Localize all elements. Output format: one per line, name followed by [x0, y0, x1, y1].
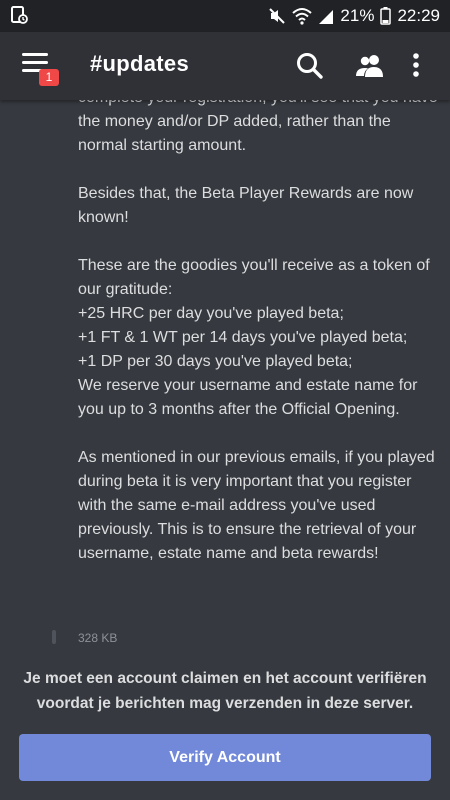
more-button[interactable]: [406, 50, 426, 82]
claim-account-notice: Je moet een account claimen en het accou…: [23, 670, 427, 712]
mute-icon: [268, 7, 286, 25]
sim-icon: [10, 6, 28, 24]
app-bar: 1 #updates: [0, 32, 450, 100]
search-icon: [297, 53, 323, 79]
members-button[interactable]: [354, 50, 386, 82]
clock: 22:29: [397, 6, 440, 25]
attachment-size[interactable]: 328 KB: [78, 631, 117, 645]
message-paragraph: These are the goodies you'll receive as …: [78, 257, 430, 418]
unread-badge: 1: [39, 69, 59, 86]
battery-icon: [380, 7, 392, 25]
battery-percent: 21%: [340, 6, 375, 25]
message-paragraph: As mentioned in our previous emails, if …: [78, 449, 435, 562]
message-list[interactable]: complete your registration, you'll see t…: [0, 100, 450, 656]
message-paragraph: Besides that, the Beta Player Rewards ar…: [78, 185, 414, 226]
members-icon: [356, 55, 383, 77]
verify-account-button[interactable]: Verify Account: [19, 734, 431, 781]
status-bar: 21% 22:29: [0, 0, 450, 32]
wifi-icon: [292, 7, 313, 25]
search-button[interactable]: [294, 50, 326, 82]
message-paragraph: complete your registration, you'll see t…: [78, 100, 438, 154]
signal-icon: [318, 7, 334, 25]
attachment-indicator: [52, 630, 56, 644]
status-indicators: 21% 22:29: [268, 0, 440, 32]
more-vertical-icon: [413, 53, 419, 77]
channel-title[interactable]: #updates: [90, 51, 189, 77]
message-content: complete your registration, you'll see t…: [78, 100, 438, 590]
